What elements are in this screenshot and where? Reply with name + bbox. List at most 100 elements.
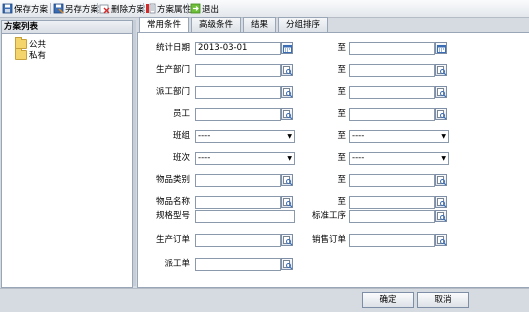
panel-splitter[interactable] (133, 20, 136, 286)
team-select[interactable]: ---- ▼ (195, 130, 295, 143)
lookup-button[interactable] (281, 174, 293, 186)
exit-button[interactable]: 退出 (190, 2, 219, 15)
team-to-select-value: ---- (352, 131, 365, 141)
scheme-list-title: 方案列表 (2, 21, 132, 34)
dropdown-arrow-icon: ▼ (287, 133, 292, 140)
stat-date-label: 统计日期 (155, 43, 190, 53)
std-process-field[interactable] (349, 210, 435, 223)
tab-group-sort[interactable]: 分组排序 (278, 17, 329, 32)
save-as-scheme-button[interactable]: 另存方案 (53, 2, 99, 15)
item-name-field[interactable] (195, 196, 281, 209)
save-as-icon (53, 3, 64, 14)
tab-results[interactable]: 结果 (243, 17, 277, 32)
delete-scheme-button[interactable]: 删除方案 (99, 2, 145, 15)
sales-order-label: 销售订单 (311, 235, 346, 245)
team-to-label: 至 (337, 131, 346, 141)
item-category-to-label: 至 (337, 175, 346, 185)
shift-select[interactable]: ---- ▼ (195, 152, 295, 165)
prod-dept-label: 生产部门 (155, 65, 190, 75)
ok-button[interactable]: 确定 (362, 292, 414, 308)
folder-icon (15, 47, 27, 60)
search-icon (283, 66, 293, 76)
properties-icon (145, 3, 156, 14)
tab-advanced-conditions[interactable]: 高级条件 (191, 17, 242, 32)
search-icon (437, 236, 447, 246)
shift-to-label: 至 (337, 153, 346, 163)
search-icon (283, 198, 293, 208)
dispatch-order-label: 派工单 (164, 259, 190, 269)
dropdown-arrow-icon: ▼ (441, 133, 446, 140)
toolbar-divider (50, 3, 51, 14)
lookup-button[interactable] (281, 258, 293, 270)
scheme-properties-label: 方案属性 (157, 4, 192, 15)
toolbar-divider (97, 3, 98, 14)
lookup-button[interactable] (435, 64, 447, 76)
prod-dept-to-field[interactable] (349, 64, 435, 77)
tab-common-conditions[interactable]: 常用条件 (139, 17, 190, 33)
search-icon (283, 176, 293, 186)
exit-icon (190, 3, 201, 14)
dispatch-order-field[interactable] (195, 258, 281, 271)
employee-label: 员工 (172, 109, 190, 119)
tree-item-private[interactable]: 私有 (15, 47, 46, 61)
lookup-button[interactable] (435, 196, 447, 208)
spec-model-field[interactable] (195, 210, 295, 223)
shift-to-select-value: ---- (352, 153, 365, 163)
toolbar-divider (187, 3, 188, 14)
search-icon (283, 260, 293, 270)
lookup-button[interactable] (435, 210, 447, 222)
spec-model-label: 规格型号 (155, 211, 190, 221)
calendar-button[interactable] (281, 42, 293, 54)
search-icon (437, 66, 447, 76)
shift-label: 班次 (172, 153, 190, 163)
lookup-button[interactable] (281, 64, 293, 76)
search-icon (437, 198, 447, 208)
lookup-button[interactable] (281, 108, 293, 120)
save-scheme-button[interactable]: 保存方案 (2, 2, 48, 15)
lookup-button[interactable] (435, 174, 447, 186)
save-icon (2, 3, 13, 14)
dispatch-dept-field[interactable] (195, 86, 281, 99)
item-name-to-field[interactable] (349, 196, 435, 209)
lookup-button[interactable] (281, 234, 293, 246)
dispatch-dept-to-field[interactable] (349, 86, 435, 99)
search-icon (437, 212, 447, 222)
shift-to-select[interactable]: ---- ▼ (349, 152, 449, 165)
calendar-icon (437, 45, 446, 53)
prod-order-field[interactable] (195, 234, 281, 247)
dropdown-arrow-icon: ▼ (441, 155, 446, 162)
calendar-icon (283, 45, 292, 53)
delete-icon (99, 3, 110, 14)
item-category-field[interactable] (195, 174, 281, 187)
stat-date-field[interactable]: 2013-03-01 (195, 42, 281, 55)
employee-to-field[interactable] (349, 108, 435, 121)
calendar-button[interactable] (435, 42, 447, 54)
lookup-button[interactable] (435, 108, 447, 120)
sales-order-field[interactable] (349, 234, 435, 247)
shift-select-value: ---- (198, 153, 211, 163)
stat-date-to-field[interactable] (349, 42, 435, 55)
search-icon (437, 176, 447, 186)
item-name-to-label: 至 (337, 197, 346, 207)
employee-to-label: 至 (337, 109, 346, 119)
prod-dept-to-label: 至 (337, 65, 346, 75)
scheme-properties-button[interactable]: 方案属性 (145, 2, 191, 15)
dispatch-dept-label: 派工部门 (155, 87, 190, 97)
lookup-button[interactable] (435, 86, 447, 98)
prod-order-label: 生产订单 (155, 235, 190, 245)
prod-dept-field[interactable] (195, 64, 281, 77)
lookup-button[interactable] (281, 86, 293, 98)
item-category-label: 物品类别 (155, 175, 190, 185)
search-icon (283, 236, 293, 246)
team-to-select[interactable]: ---- ▼ (349, 130, 449, 143)
std-process-label: 标准工序 (311, 211, 346, 221)
cancel-button[interactable]: 取消 (417, 292, 469, 308)
item-category-to-field[interactable] (349, 174, 435, 187)
dropdown-arrow-icon: ▼ (287, 155, 292, 162)
search-icon (437, 88, 447, 98)
lookup-button[interactable] (435, 234, 447, 246)
lookup-button[interactable] (281, 196, 293, 208)
team-label: 班组 (172, 131, 190, 141)
employee-field[interactable] (195, 108, 281, 121)
scheme-list-panel: 方案列表 公共 私有 (1, 20, 133, 288)
